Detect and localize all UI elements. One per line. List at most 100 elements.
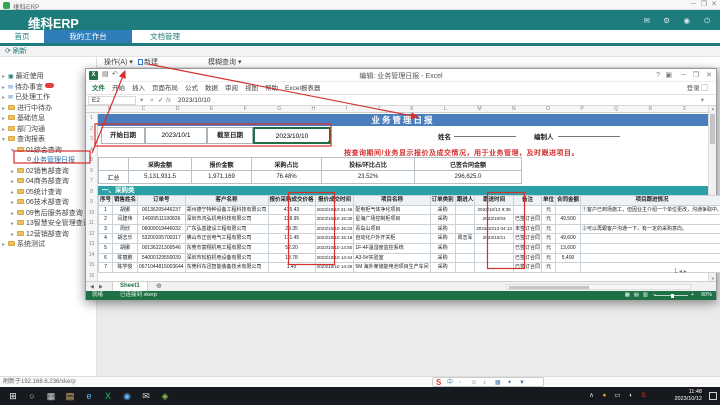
ribbon-tab-页面布局[interactable]: 页面布局 <box>152 82 178 95</box>
orders-header-cell[interactable]: 订单类别 <box>430 196 455 206</box>
table-cell[interactable]: 采购 <box>430 215 455 225</box>
user-icon[interactable]: ◉ <box>683 16 690 25</box>
namebox-dropdown-icon[interactable]: ▾ <box>140 96 143 105</box>
table-cell[interactable]: 元 <box>541 263 555 273</box>
table-cell[interactable]: ①客户已到场施工，但因业主介绍一个单位更改，沟通争取中。 <box>581 205 720 215</box>
table-cell[interactable]: 5 <box>99 243 113 253</box>
orders-header-cell[interactable]: 订单号 <box>138 196 186 206</box>
close-icon[interactable]: ✕ <box>711 0 717 10</box>
table-cell[interactable]: 138.95 <box>268 215 315 225</box>
table-cell[interactable] <box>556 224 581 234</box>
onedrive-icon[interactable]: ● <box>598 387 611 405</box>
report-title-bar[interactable]: 业务管理日报 <box>98 114 708 126</box>
table-row[interactable]: 6陈丽鹏54000129550039深圳市松柏机电设备有限公司13.782023… <box>99 253 720 263</box>
settings-icon[interactable]: ⚙ <box>663 16 670 25</box>
action-center-icon[interactable] <box>709 392 717 400</box>
table-cell[interactable]: 53200205700317 <box>138 234 186 244</box>
excel-close-icon[interactable]: ✕ <box>706 69 712 82</box>
table-cell[interactable]: 1F-4F温湿度监控系统 <box>354 243 430 253</box>
table-cell[interactable] <box>455 215 475 225</box>
table-cell[interactable] <box>475 253 514 263</box>
column-letter[interactable]: G <box>277 106 281 113</box>
table-cell[interactable] <box>581 243 720 253</box>
ribbon-tab-视图[interactable]: 视图 <box>245 82 258 95</box>
table-cell[interactable]: 2023/10/10 14:26 <box>315 263 354 273</box>
table-row[interactable]: 1胡娜00136205446237郑州德宁特种设备工程科技有限公司415.432… <box>99 205 720 215</box>
tab-workbench[interactable]: 我的工作台 <box>44 30 132 43</box>
table-cell[interactable]: 14009511100836 <box>138 215 186 225</box>
table-cell[interactable]: 陈丽鹏 <box>113 253 138 263</box>
column-letter[interactable]: B <box>108 106 111 113</box>
table-cell[interactable]: 未签订合同 <box>513 224 541 234</box>
ime-emoji-icon[interactable]: ☺ <box>471 378 477 388</box>
table-cell[interactable] <box>455 253 475 263</box>
table-cell[interactable]: 2023/10/13 9:35 <box>475 205 514 215</box>
start-date-cell[interactable]: 2023/10/1 <box>145 127 207 144</box>
tree-item[interactable]: ▸✉已处理工作 <box>2 93 97 104</box>
table-cell[interactable] <box>455 205 475 215</box>
table-cell[interactable] <box>556 263 581 273</box>
network-icon[interactable]: ◖ <box>624 387 637 405</box>
orders-header-cell[interactable]: 客户名称 <box>185 196 268 206</box>
ime-toolbox-icon[interactable]: ✦ <box>507 378 512 388</box>
table-row[interactable]: 3周欣06009019446032广东弘基建设工程有限公司29.352023/1… <box>99 224 720 234</box>
table-row[interactable]: 4胡志乐53200205700317佛山市正创电气工程有限公司171.45202… <box>99 234 720 244</box>
end-date-label[interactable]: 截至日期 <box>207 127 253 144</box>
page-layout-icon[interactable]: ▤ <box>634 291 639 300</box>
table-cell[interactable]: 星海广场控制柜项目 <box>354 215 430 225</box>
fx-icon[interactable]: fx <box>166 96 171 105</box>
file-explorer-icon[interactable]: ▤ <box>61 387 79 405</box>
table-cell[interactable]: 00136205446237 <box>138 205 186 215</box>
table-cell[interactable]: 2023/10/03 <box>475 215 514 225</box>
column-letter[interactable]: M <box>477 106 481 113</box>
summary-cell[interactable]: 已签合同金额 <box>415 158 522 171</box>
table-cell[interactable] <box>455 243 475 253</box>
ribbon-options-icon[interactable]: ▣ <box>665 69 672 82</box>
ribbon-tab-公式[interactable]: 公式 <box>185 82 198 95</box>
table-cell[interactable]: 4 <box>99 234 113 244</box>
table-cell[interactable]: 采购 <box>430 234 455 244</box>
name-label[interactable]: 姓名 <box>438 131 451 141</box>
table-cell[interactable]: 闫建伟 <box>113 215 138 225</box>
table-cell[interactable]: 2 <box>99 215 113 225</box>
table-row[interactable]: 2闫建伟14009511100836深圳市鸿弘机电科技有限公司138.95202… <box>99 215 720 225</box>
table-cell[interactable]: 5,400 <box>556 253 581 263</box>
orders-header-cell[interactable]: 单位 <box>541 196 555 206</box>
row-headers[interactable]: 1 2 3 4 5 6 7 8 9 10 11 12 13 14 15 16 <box>86 113 98 281</box>
table-cell[interactable]: 元 <box>541 224 555 234</box>
table-cell[interactable]: 7 <box>99 263 113 273</box>
mail-icon[interactable]: ✉ <box>137 387 155 405</box>
table-cell[interactable]: 元 <box>541 205 555 215</box>
table-cell[interactable] <box>455 224 475 234</box>
excel-help-icon[interactable]: ? <box>656 69 660 82</box>
table-cell[interactable] <box>581 215 720 225</box>
column-letter[interactable]: O <box>546 106 550 113</box>
vscroll-thumb[interactable] <box>710 114 715 144</box>
table-cell[interactable]: 0671044815003644 <box>138 263 186 273</box>
column-letter[interactable]: P <box>580 106 583 113</box>
table-cell[interactable]: 49,500 <box>556 215 581 225</box>
tree-item[interactable]: 业务管理日报 <box>2 156 97 167</box>
table-cell[interactable]: 3 <box>99 224 113 234</box>
table-cell[interactable]: 佛山市正创电气工程有限公司 <box>185 234 268 244</box>
table-cell[interactable] <box>475 263 514 273</box>
orders-header-cell[interactable]: 跟进时间 <box>475 196 514 206</box>
tree-item[interactable]: ▸05统计查询 <box>2 188 97 199</box>
formula-expand-icon[interactable]: ▾ <box>701 96 704 105</box>
table-cell[interactable]: 青岛山项目 <box>354 224 430 234</box>
table-cell[interactable]: 东莞市富翔机电工程有限公司 <box>185 243 268 253</box>
ribbon-tab-审阅[interactable]: 审阅 <box>225 82 238 95</box>
column-letter[interactable]: D <box>176 106 180 113</box>
table-cell[interactable]: 5M 海外某储能电池项目生产车间 <box>354 263 430 273</box>
excel-icon[interactable]: X <box>99 387 117 405</box>
table-cell[interactable]: 元 <box>541 215 555 225</box>
table-cell[interactable]: 元 <box>541 253 555 263</box>
summary-cell[interactable]: 23.52% <box>322 171 415 184</box>
summary-cell[interactable]: 1,971,169 <box>192 171 252 184</box>
confirm-entry-icon[interactable]: ✓ <box>158 96 163 105</box>
tree-item[interactable]: ▸02销售部查询 <box>2 167 97 178</box>
summary-cell[interactable]: 采购金额 <box>129 158 192 171</box>
table-cell[interactable]: 415.43 <box>268 205 315 215</box>
orders-header-cell[interactable]: 报价成交时间 <box>315 196 354 206</box>
logout-icon[interactable]: ⏻ <box>704 16 710 26</box>
